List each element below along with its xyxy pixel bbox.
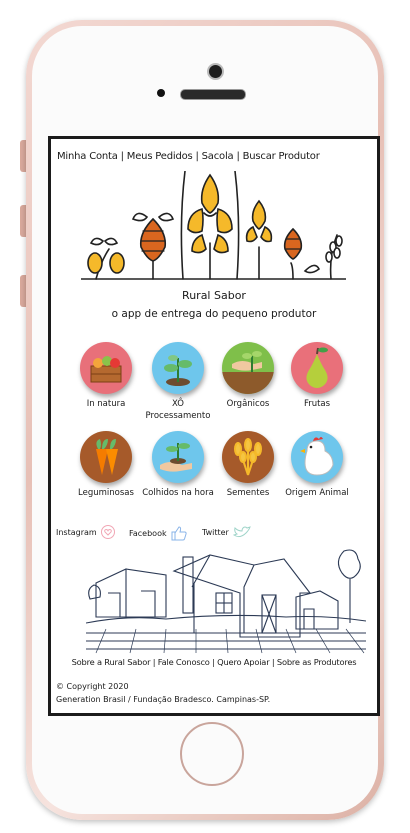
hand-plant-icon bbox=[152, 431, 204, 483]
category-origem-animal[interactable]: Origem Animal bbox=[280, 431, 354, 499]
copyright-text: © Copyright 2020 bbox=[56, 682, 129, 691]
category-sementes[interactable]: Sementes bbox=[211, 431, 285, 499]
bird-icon bbox=[232, 526, 251, 538]
category-label: Leguminosas bbox=[78, 488, 134, 498]
app-screen: Minha Conta | Meus Pedidos | Sacola | Bu… bbox=[48, 136, 380, 716]
chicken-icon bbox=[291, 431, 343, 483]
facebook-label: Facebook bbox=[129, 528, 167, 538]
heart-icon bbox=[100, 525, 115, 539]
facebook-link[interactable]: Facebook bbox=[129, 525, 188, 541]
hand-seedling-icon bbox=[222, 342, 274, 394]
category-in-natura[interactable]: In natura bbox=[69, 342, 143, 410]
thumbs-up-icon bbox=[171, 526, 187, 541]
category-label: XÔ Processamento bbox=[145, 399, 211, 421]
copyright-block: © Copyright 2020 Generation Brasil / Fun… bbox=[56, 680, 270, 706]
wheat-hops-banner bbox=[81, 171, 346, 280]
app-title: Rural Sabor bbox=[182, 289, 246, 302]
instagram-link[interactable]: Instagram bbox=[56, 525, 116, 539]
category-leguminosas[interactable]: Leguminosas bbox=[69, 431, 143, 499]
category-label: Origem Animal bbox=[285, 488, 349, 498]
twitter-label: Twitter bbox=[202, 527, 229, 537]
category-processamento[interactable]: XÔ Processamento bbox=[141, 342, 215, 422]
home-button[interactable] bbox=[180, 722, 244, 786]
category-organicos[interactable]: Orgânicos bbox=[211, 342, 285, 410]
instagram-label: Instagram bbox=[56, 527, 97, 537]
earpiece-speaker bbox=[180, 89, 246, 100]
top-navigation[interactable]: Minha Conta | Meus Pedidos | Sacola | Bu… bbox=[57, 151, 320, 162]
category-label: Colhidos na hora bbox=[142, 488, 214, 498]
sprout-icon bbox=[152, 342, 204, 394]
category-label: Orgânicos bbox=[226, 399, 270, 409]
fruit-crate-icon bbox=[80, 342, 132, 394]
category-frutas[interactable]: Frutas bbox=[280, 342, 354, 410]
category-colhidos[interactable]: Colhidos na hora bbox=[141, 431, 215, 499]
front-camera bbox=[207, 63, 224, 80]
credits-text: Generation Brasil / Fundação Bradesco. C… bbox=[56, 695, 271, 704]
carrot-icon bbox=[80, 431, 132, 483]
proximity-sensor bbox=[157, 89, 165, 97]
category-label: Sementes bbox=[226, 488, 270, 498]
wheat-icon bbox=[222, 431, 274, 483]
category-label: Frutas bbox=[303, 399, 331, 409]
pear-icon bbox=[291, 342, 343, 394]
farm-barn-illustration bbox=[86, 549, 366, 654]
app-tagline: o app de entrega do pequeno produtor bbox=[111, 308, 317, 320]
footer-links[interactable]: Sobre a Rural Sabor | Fale Conosco | Que… bbox=[51, 657, 377, 667]
twitter-link[interactable]: Twitter bbox=[202, 525, 252, 539]
category-label: In natura bbox=[86, 399, 126, 409]
